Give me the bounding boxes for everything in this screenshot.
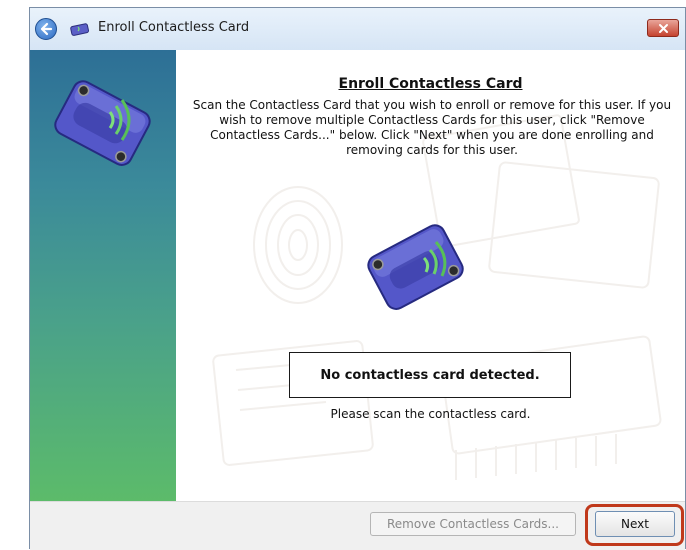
contactless-reader-icon [54,80,151,166]
instructions-text: Scan the Contactless Card that you wish … [192,98,672,157]
card-reader-icon [70,23,89,36]
remove-cards-button[interactable]: Remove Contactless Cards... [370,512,576,536]
back-arrow-icon [40,22,53,36]
status-text: No contactless card detected. [320,367,540,383]
back-button[interactable] [35,18,57,40]
next-button[interactable]: Next [595,511,675,537]
status-box: No contactless card detected. [289,352,571,398]
scan-hint: Please scan the contactless card. [330,407,531,421]
close-button[interactable] [647,19,679,37]
contactless-reader-icon [367,224,464,310]
close-icon [659,24,668,33]
enroll-dialog: Enroll Contactless Card Enroll Contactle… [29,7,686,550]
title-bar: Enroll Contactless Card [30,8,685,51]
window-title: Enroll Contactless Card [98,20,250,35]
sidebar-banner [30,50,176,501]
page-heading: Enroll Contactless Card [338,76,523,92]
content-panel: Enroll Contactless Card Scan the Contact… [176,50,685,501]
footer-bar: Remove Contactless Cards... Next [30,501,685,550]
